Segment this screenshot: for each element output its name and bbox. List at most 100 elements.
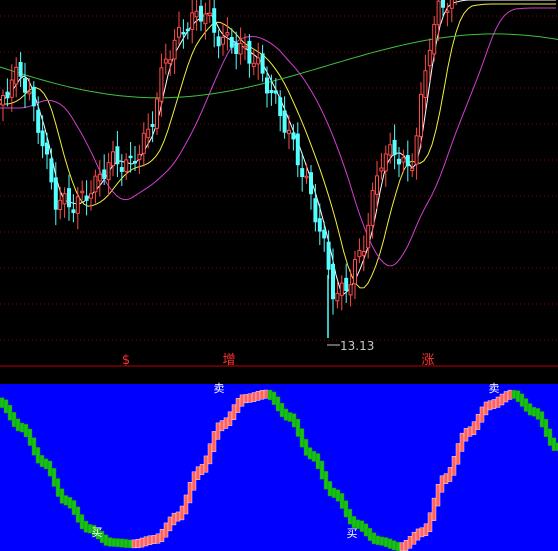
oscillator-bar [83, 520, 89, 533]
oscillator-bar [455, 443, 461, 465]
oscillator-bar [187, 482, 193, 504]
oscillator-bar [343, 500, 349, 518]
candle-body [388, 144, 393, 156]
candle-body [370, 190, 375, 226]
oscillator-bar [7, 404, 13, 421]
candle-body [379, 167, 384, 172]
oscillator-bar [267, 389, 273, 401]
oscillator-bar [443, 473, 449, 484]
oscillator-bar [479, 406, 485, 423]
oscillator-bar [483, 401, 489, 416]
candle-body [62, 193, 67, 205]
candle-body [221, 36, 225, 45]
oscillator-bar [451, 455, 457, 476]
oscillator-bar [287, 412, 293, 422]
candle-body [273, 90, 278, 94]
oscillator-bar [307, 447, 313, 460]
candle-body [300, 168, 305, 178]
oscillator-bar [271, 391, 277, 405]
oscillator-bar [367, 527, 373, 541]
candle-body [216, 36, 221, 47]
oscillator-bar [535, 408, 541, 420]
candle-body [185, 28, 190, 32]
oscillator-bar [183, 494, 189, 515]
candle-body [75, 196, 80, 214]
oscillator-bar [227, 411, 233, 426]
candle-body [445, 10, 450, 13]
oscillator-bar [115, 538, 121, 548]
candle-body [375, 175, 379, 195]
oscillator-bar [27, 428, 33, 446]
oscillator-bar [67, 497, 73, 509]
oscillator-bar [23, 423, 29, 438]
oscillator-bar [211, 431, 217, 452]
candle-body [14, 66, 19, 85]
candle-body [23, 78, 27, 93]
candle-body [168, 59, 173, 64]
oscillator-bar [139, 537, 145, 548]
oscillator-bar [339, 493, 345, 509]
oscillator-bar [195, 466, 201, 480]
oscillator-bar [179, 505, 185, 521]
oscillator-bar [467, 426, 473, 437]
candle-body [238, 42, 243, 55]
oscillator-bar [319, 460, 325, 480]
oscillator-bar [215, 422, 221, 440]
oscillator-bar [507, 389, 513, 400]
candle-body [366, 224, 371, 249]
oscillator-bar [259, 390, 265, 400]
candle-body [80, 190, 85, 194]
buy-label-1: 买 [92, 526, 103, 539]
candle-body [190, 12, 195, 30]
candle-body [247, 40, 252, 64]
oscillator-bar [275, 396, 281, 412]
candle-body [106, 162, 111, 181]
low-label: 13.13 [340, 339, 374, 353]
oscillator-bar [167, 516, 173, 532]
oscillator-bar [395, 541, 401, 551]
oscillator-bar [499, 393, 505, 406]
oscillator-bar [3, 399, 9, 414]
candle-body [45, 142, 49, 155]
candle-body [309, 172, 313, 195]
oscillator-bar [463, 428, 469, 442]
oscillator-bar [247, 393, 253, 403]
oscillator-bar [347, 508, 353, 525]
candle-body [361, 250, 366, 256]
candle-body [269, 90, 274, 94]
oscillator-bar [435, 484, 441, 507]
candle-body [1, 95, 5, 106]
candle-body [18, 61, 23, 77]
oscillator-bar [19, 422, 25, 433]
oscillator-bar [159, 528, 165, 542]
candle-body [322, 229, 327, 239]
oscillator-bar [371, 532, 377, 545]
candle-body [401, 157, 406, 163]
candle-body [410, 167, 415, 171]
oscillator-bar [527, 403, 533, 416]
oscillator-bar [295, 418, 301, 437]
candle-body [111, 151, 115, 167]
oscillator-bar [231, 404, 237, 421]
oscillator-bar [147, 535, 153, 545]
marker-zhang: 涨 [421, 353, 434, 368]
candle-body [71, 209, 76, 214]
candle-body [40, 130, 45, 147]
candle-body [163, 58, 168, 64]
oscillator-bar [199, 464, 205, 475]
oscillator-bar [63, 495, 69, 506]
chart-canvas: 13.13 $ 增 涨 卖 买 买 卖 [0, 0, 558, 551]
candle-body [432, 23, 437, 55]
oscillator-bar [235, 398, 241, 413]
candle-body [335, 292, 340, 302]
oscillator-bar [387, 538, 393, 549]
candle-body [234, 42, 239, 55]
marker-zeng: 增 [222, 353, 235, 368]
candle-body [93, 175, 98, 193]
oscillator-bar [243, 394, 249, 404]
candle-body [27, 91, 32, 95]
candle-body [225, 32, 230, 36]
candle-body [115, 146, 120, 165]
oscillator-bar [475, 414, 481, 430]
oscillator-bar [143, 536, 149, 547]
